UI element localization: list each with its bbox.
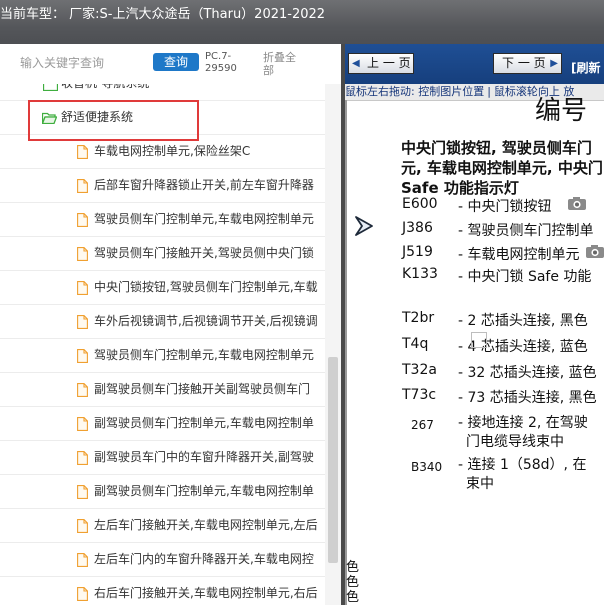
diagram-title-line-2: 元, 车载电网控制单元, 中央门 xyxy=(401,159,603,177)
collapse-all-button[interactable]: 折叠全部 xyxy=(263,51,303,77)
diagram-page-heading: 编号 xyxy=(535,96,588,126)
document-icon xyxy=(77,315,88,329)
indicator-symbol-box xyxy=(471,332,487,348)
scroll-thumb[interactable] xyxy=(328,357,338,563)
tree-document-item[interactable]: 左后车门接触开关,车载电网控制单元,左后 xyxy=(0,509,325,543)
document-icon xyxy=(77,145,88,159)
diagram-viewer: ◀ 上 一 页 下 一 页 ▶ [刷新 鼠标左右拖动: 控制图片位置 | 鼠标滚轮向… xyxy=(345,44,604,605)
tree-document-item[interactable]: 驾驶员侧车门控制单元,车载电网控制单元 xyxy=(0,339,325,373)
tree-document-label: 后部车窗升降器锁止开关,前左车窗升降器 xyxy=(94,178,314,192)
tree-document-label: 中央门锁按钮,驾驶员侧车门控制单元,车载 xyxy=(94,280,318,294)
component-code: T2br xyxy=(402,310,435,326)
viewer-toolbar: ◀ 上 一 页 下 一 页 ▶ [刷新 xyxy=(345,44,604,84)
document-icon xyxy=(77,383,88,397)
search-input[interactable] xyxy=(20,54,145,72)
diagram-title-line-1: 中央门锁按钮, 驾驶员侧车门 xyxy=(401,139,592,157)
tree-view: 收音机-导航系统 舒适便捷系统 车载电网控制单元,保险丝架C后部车窗升降器锁止开… xyxy=(0,84,325,605)
document-icon xyxy=(77,553,88,567)
document-icon xyxy=(77,587,88,601)
document-icon xyxy=(77,281,88,295)
arrow-right-icon: ▶ xyxy=(550,58,558,69)
tree-document-item[interactable]: 驾驶员侧车门控制单元,车载电网控制单元 xyxy=(0,203,325,237)
window-title: 当前车型： 厂家:S-上汽大众途岳（Tharu）2021-2022 xyxy=(0,7,326,22)
component-code: K133 xyxy=(402,266,438,282)
tree-document-item[interactable]: 后部车窗升降器锁止开关,前左车窗升降器 xyxy=(0,169,325,203)
next-page-label: 下 一 页 xyxy=(502,56,546,70)
search-row: 查询 PC.7-29590 折叠全部 xyxy=(0,44,341,84)
component-description: - 连接 1（58d）, 在 xyxy=(458,457,587,473)
component-description: 门电缆导线束中 xyxy=(466,434,564,450)
tree-document-item[interactable]: 右后车门接触开关,车载电网控制单元,右后 xyxy=(0,577,325,605)
component-code: T73c xyxy=(402,387,437,403)
component-code: 267 xyxy=(411,418,434,432)
tree-document-label: 驾驶员侧车门控制单元,车载电网控制单元 xyxy=(94,212,314,226)
document-icon xyxy=(77,349,88,363)
tree-document-label: 车外后视镜调节,后视镜调节开关,后视镜调 xyxy=(94,314,318,328)
component-description: - 车载电网控制单元 xyxy=(458,247,580,263)
tree-document-label: 副驾驶员侧车门控制单元,车载电网控制单 xyxy=(94,484,314,498)
component-code: J519 xyxy=(402,244,433,260)
component-code: T4q xyxy=(402,336,429,352)
pc-info-label: PC.7-29590 xyxy=(205,51,237,74)
diagram-title-line-3: Safe 功能指示灯 xyxy=(401,179,519,197)
color-legend-label: 色 色 色 xyxy=(346,560,360,605)
tree-document-item[interactable]: 车外后视镜调节,后视镜调节开关,后视镜调 xyxy=(0,305,325,339)
tree-document-item[interactable]: 驾驶员侧车门接触开关,驾驶员侧中央门锁 xyxy=(0,237,325,271)
tree-document-item[interactable]: 中央门锁按钮,驾驶员侧车门控制单元,车载 xyxy=(0,271,325,305)
component-description: - 驾驶员侧车门控制单 xyxy=(458,223,594,239)
tree-document-item[interactable]: 副驾驶员侧车门控制单元,车载电网控制单 xyxy=(0,475,325,509)
next-page-button[interactable]: 下 一 页 ▶ xyxy=(493,53,562,74)
arrow-left-icon: ◀ xyxy=(352,58,360,69)
component-description: - 32 芯插头连接, 蓝色 xyxy=(458,365,597,381)
tree-document-label: 车载电网控制单元,保险丝架C xyxy=(94,144,251,158)
tree-document-item[interactable]: 副驾驶员侧车门接触开关副驾驶员侧车门 xyxy=(0,373,325,407)
tree-folder-radio-navigation[interactable]: 收音机-导航系统 xyxy=(0,84,325,101)
component-code: T32a xyxy=(402,362,437,378)
document-icon xyxy=(77,417,88,431)
tree-document-item[interactable]: 车载电网控制单元,保险丝架C xyxy=(0,135,325,169)
tree-document-label: 右后车门接触开关,车载电网控制单元,右后 xyxy=(94,586,318,600)
component-code: J386 xyxy=(402,220,433,236)
document-icon xyxy=(77,485,88,499)
tree-scrollbar[interactable] xyxy=(325,84,341,605)
component-description: - 中央门锁按钮 xyxy=(458,199,552,215)
tree-document-item[interactable]: 左后车门内的车窗升降器开关,车载电网控 xyxy=(0,543,325,577)
diagram-nav-arrow-icon[interactable] xyxy=(353,215,375,237)
document-icon xyxy=(77,179,88,193)
previous-page-label: 上 一 页 xyxy=(367,56,411,70)
document-icon xyxy=(77,451,88,465)
component-description: - 接地连接 2, 在驾驶 xyxy=(458,415,588,431)
component-description: - 中央门锁 Safe 功能 xyxy=(458,269,592,285)
tree-document-label: 左后车门内的车窗升降器开关,车载电网控 xyxy=(94,552,314,566)
tree-document-label: 驾驶员侧车门接触开关,驾驶员侧中央门锁 xyxy=(94,246,314,260)
tree-document-label: 驾驶员侧车门控制单元,车载电网控制单元 xyxy=(94,348,314,362)
title-bar: 当前车型： 厂家:S-上汽大众途岳（Tharu）2021-2022 xyxy=(0,0,604,44)
tree-document-item[interactable]: 副驾驶员侧车门控制单元,车载电网控制单 xyxy=(0,407,325,441)
refresh-link[interactable]: [刷新 xyxy=(571,59,601,76)
left-pane: 查询 PC.7-29590 折叠全部 收音机-导航系统 舒适便捷系统 车载电网控… xyxy=(0,44,342,605)
tree-document-item[interactable]: 副驾驶员车门中的车窗升降器开关,副驾驶 xyxy=(0,441,325,475)
tree-folder-label: 收音机-导航系统 xyxy=(61,84,149,100)
tree-document-label: 左后车门接触开关,车载电网控制单元,左后 xyxy=(94,518,318,532)
hint-drag: 鼠标左右拖动: 控制图片位置 xyxy=(345,85,485,98)
camera-icon[interactable] xyxy=(585,244,604,259)
component-description: - 2 芯插头连接, 黑色 xyxy=(458,313,588,329)
tree-document-label: 副驾驶员车门中的车窗升降器开关,副驾驶 xyxy=(94,450,314,464)
document-icon xyxy=(77,213,88,227)
document-icon xyxy=(77,519,88,533)
tree-document-label: 副驾驶员侧车门控制单元,车载电网控制单 xyxy=(94,416,314,430)
component-description: 束中 xyxy=(466,476,494,492)
component-code: E600 xyxy=(402,196,438,212)
component-description: - 73 芯插头连接, 黑色 xyxy=(458,390,597,406)
folder-icon xyxy=(43,84,58,91)
tree-document-label: 副驾驶员侧车门接触开关副驾驶员侧车门 xyxy=(94,382,311,396)
document-icon xyxy=(77,247,88,261)
camera-icon[interactable] xyxy=(567,196,587,211)
previous-page-button[interactable]: ◀ 上 一 页 xyxy=(348,53,414,74)
diagram-left-border xyxy=(345,100,347,605)
query-button[interactable]: 查询 xyxy=(153,53,199,71)
component-code: B340 xyxy=(411,460,443,474)
diagram-title: 中央门锁按钮, 驾驶员侧车门 元, 车载电网控制单元, 中央门 Safe 功能指… xyxy=(401,138,604,198)
